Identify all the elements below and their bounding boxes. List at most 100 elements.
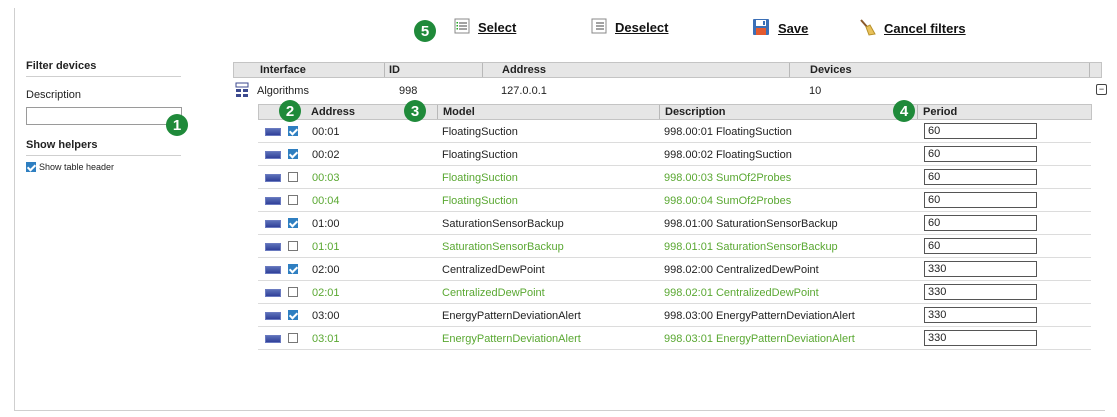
period-input[interactable]: 60 (924, 192, 1037, 208)
col-model[interactable]: Model (443, 106, 475, 118)
collapse-icon[interactable]: − (1096, 84, 1107, 95)
row-description: 998.03:00 EnergyPatternDeviationAlert (664, 310, 855, 322)
col-id[interactable]: ID (389, 64, 400, 76)
row-address: 03:01 (312, 333, 340, 345)
device-icon (265, 312, 281, 320)
row-model: FloatingSuction (442, 149, 518, 161)
row-checkbox[interactable] (288, 333, 298, 343)
table-row[interactable]: 00:02 FloatingSuction 998.00:02 FloatingSu… (258, 143, 1091, 166)
col-period[interactable]: Period (923, 106, 957, 118)
period-input[interactable]: 330 (924, 307, 1037, 323)
row-description: 998.02:00 CentralizedDewPoint (664, 264, 819, 276)
row-model: SaturationSensorBackup (442, 241, 564, 253)
broom-icon (858, 18, 876, 39)
table-row[interactable]: 00:04 FloatingSuction 998.00:04 SumOf2Prob… (258, 189, 1091, 212)
period-input[interactable]: 330 (924, 284, 1037, 300)
table-row[interactable]: 00:03 FloatingSuction 998.00:03 SumOf2Prob… (258, 166, 1091, 189)
description-input[interactable] (26, 107, 182, 125)
row-description: 998.01:00 SaturationSensorBackup (664, 218, 838, 230)
step-badge-2: 2 (279, 100, 301, 122)
show-table-header-option[interactable]: Show table header (26, 162, 181, 172)
row-address: 01:00 (312, 218, 340, 230)
step-badge-4: 4 (893, 100, 915, 122)
description-label: Description (26, 89, 82, 101)
row-checkbox[interactable] (288, 195, 298, 205)
list-check-icon (454, 18, 470, 37)
step-badge-1: 1 (166, 114, 188, 136)
device-icon (265, 197, 281, 205)
step-badge-3: 3 (404, 100, 426, 122)
row-address: 00:03 (312, 172, 340, 184)
period-input[interactable]: 60 (924, 169, 1037, 185)
row-model: CentralizedDewPoint (442, 264, 545, 276)
col-devices[interactable]: Devices (810, 64, 852, 76)
table-row[interactable]: 01:00 SaturationSensorBackup 998.01:00 Sat… (258, 212, 1091, 235)
row-description: 998.02:01 CentralizedDewPoint (664, 287, 819, 299)
table-row[interactable]: 03:00 EnergyPatternDeviationAlert 998.03:0… (258, 304, 1091, 327)
filter-devices-title: Filter devices (26, 60, 181, 77)
period-input[interactable]: 60 (924, 215, 1037, 231)
row-description: 998.00:04 SumOf2Probes (664, 195, 792, 207)
row-model: EnergyPatternDeviationAlert (442, 333, 581, 345)
cancel-filters-button[interactable]: Cancel filters (858, 18, 966, 39)
device-icon (265, 220, 281, 228)
period-input[interactable]: 60 (924, 123, 1037, 139)
interface-row[interactable]: Algorithms 998 127.0.0.1 10 (233, 80, 1103, 100)
period-input[interactable]: 330 (924, 330, 1037, 346)
table-row[interactable]: 01:01 SaturationSensorBackup 998.01:01 Sat… (258, 235, 1091, 258)
device-icon (265, 151, 281, 159)
table-row[interactable]: 02:01 CentralizedDewPoint 998.02:01 Centra… (258, 281, 1091, 304)
deselect-label: Deselect (615, 20, 669, 35)
save-button[interactable]: Save (752, 18, 808, 39)
row-checkbox[interactable] (288, 241, 298, 251)
interface-table-header: Interface ID Address Devices (233, 62, 1102, 78)
row-checkbox[interactable] (288, 172, 298, 182)
row-description: 998.01:01 SaturationSensorBackup (664, 241, 838, 253)
row-model: EnergyPatternDeviationAlert (442, 310, 581, 322)
col-address[interactable]: Address (502, 64, 546, 76)
deselect-button[interactable]: Deselect (591, 18, 668, 37)
col-device-address[interactable]: Address (311, 106, 355, 118)
row-address: 01:01 (312, 241, 340, 253)
cancel-filters-label: Cancel filters (884, 21, 966, 36)
row-checkbox[interactable] (288, 149, 298, 159)
row-address: 00:01 (312, 126, 340, 138)
device-icon (265, 128, 281, 136)
table-row[interactable]: 03:01 EnergyPatternDeviationAlert 998.03:0… (258, 327, 1091, 350)
row-address: 00:02 (312, 149, 340, 161)
device-icon (265, 289, 281, 297)
device-icon (265, 243, 281, 251)
row-model: SaturationSensorBackup (442, 218, 564, 230)
show-table-header-label: Show table header (39, 162, 115, 172)
row-model: FloatingSuction (442, 126, 518, 138)
col-interface[interactable]: Interface (260, 64, 306, 76)
period-input[interactable]: 330 (924, 261, 1037, 277)
row-description: 998.00:02 FloatingSuction (664, 149, 792, 161)
row-description: 998.00:03 SumOf2Probes (664, 172, 792, 184)
row-checkbox[interactable] (288, 264, 298, 274)
step-badge-5: 5 (414, 20, 436, 42)
device-icon (265, 335, 281, 343)
row-checkbox[interactable] (288, 218, 298, 228)
table-row[interactable]: 00:01 FloatingSuction 998.00:01 FloatingSu… (258, 120, 1091, 143)
row-checkbox[interactable] (288, 310, 298, 320)
row-model: CentralizedDewPoint (442, 287, 545, 299)
period-input[interactable]: 60 (924, 238, 1037, 254)
row-model: FloatingSuction (442, 172, 518, 184)
row-checkbox[interactable] (288, 287, 298, 297)
show-helpers-title: Show helpers (26, 139, 181, 156)
period-input[interactable]: 60 (924, 146, 1037, 162)
filter-sidebar: Filter devices Description 1 Show helper… (26, 60, 188, 172)
toolbar: 5 Select Deselect Save Cancel filters (0, 12, 1117, 42)
device-icon (265, 174, 281, 182)
row-checkbox[interactable] (288, 126, 298, 136)
table-row[interactable]: 02:00 CentralizedDewPoint 998.02:00 Centra… (258, 258, 1091, 281)
list-icon (591, 18, 607, 37)
row-address: 02:01 (312, 287, 340, 299)
col-description[interactable]: Description (665, 106, 726, 118)
row-address: 02:00 (312, 264, 340, 276)
row-address: 00:04 (312, 195, 340, 207)
interface-address: 127.0.0.1 (501, 85, 547, 97)
show-table-header-checkbox[interactable] (26, 162, 36, 172)
select-button[interactable]: Select (454, 18, 516, 37)
